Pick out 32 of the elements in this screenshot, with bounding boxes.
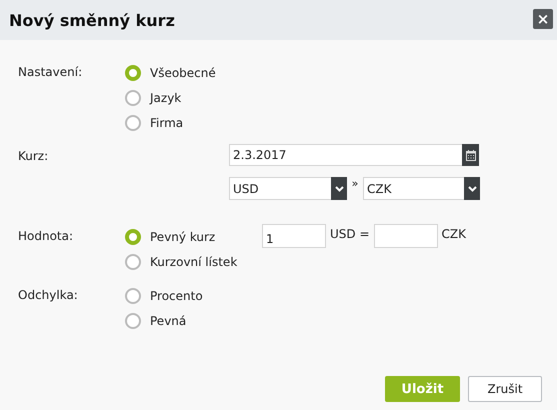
caret-icon[interactable] bbox=[331, 177, 347, 200]
option-label[interactable]: Kurzovní lístek bbox=[150, 254, 238, 268]
separator-text: » bbox=[350, 177, 360, 190]
cancel-button[interactable]: Zrušit bbox=[468, 376, 542, 402]
dialog-title: Nový směnný kurz bbox=[9, 10, 175, 30]
field-label: Kurz: bbox=[18, 148, 50, 165]
unit-label: CZK bbox=[442, 226, 466, 243]
field-label: Odchylka: bbox=[18, 287, 79, 304]
radio-button[interactable] bbox=[125, 312, 141, 328]
currency-dropdown[interactable]: CZK bbox=[363, 177, 480, 200]
field-label: Nastavení: bbox=[18, 64, 84, 81]
radio-button[interactable] bbox=[125, 254, 141, 270]
radio-button[interactable] bbox=[125, 114, 141, 130]
caret-icon[interactable] bbox=[464, 177, 480, 200]
close-button[interactable]: × bbox=[533, 9, 553, 29]
radio-button[interactable] bbox=[125, 288, 141, 304]
amount-field[interactable]: 1 bbox=[262, 224, 326, 248]
option-label[interactable]: Všeobecné bbox=[150, 66, 216, 80]
radio-button[interactable] bbox=[125, 228, 141, 244]
option-label[interactable]: Pevný kurz bbox=[150, 230, 216, 244]
option-label[interactable]: Firma bbox=[150, 116, 184, 130]
date-field[interactable]: 2.3.2017 bbox=[229, 144, 479, 166]
option-label[interactable]: Procento bbox=[150, 288, 203, 302]
option-label[interactable]: Jazyk bbox=[150, 90, 182, 104]
radio-button[interactable] bbox=[125, 64, 141, 80]
currency-dropdown[interactable]: USD bbox=[229, 177, 347, 200]
radio-button[interactable] bbox=[125, 90, 141, 106]
calendar-icon[interactable] bbox=[462, 144, 479, 166]
rate-field[interactable] bbox=[374, 224, 438, 248]
unit-label: USD = bbox=[330, 226, 370, 243]
option-label[interactable]: Pevná bbox=[150, 314, 186, 328]
field-label: Hodnota: bbox=[18, 228, 74, 245]
